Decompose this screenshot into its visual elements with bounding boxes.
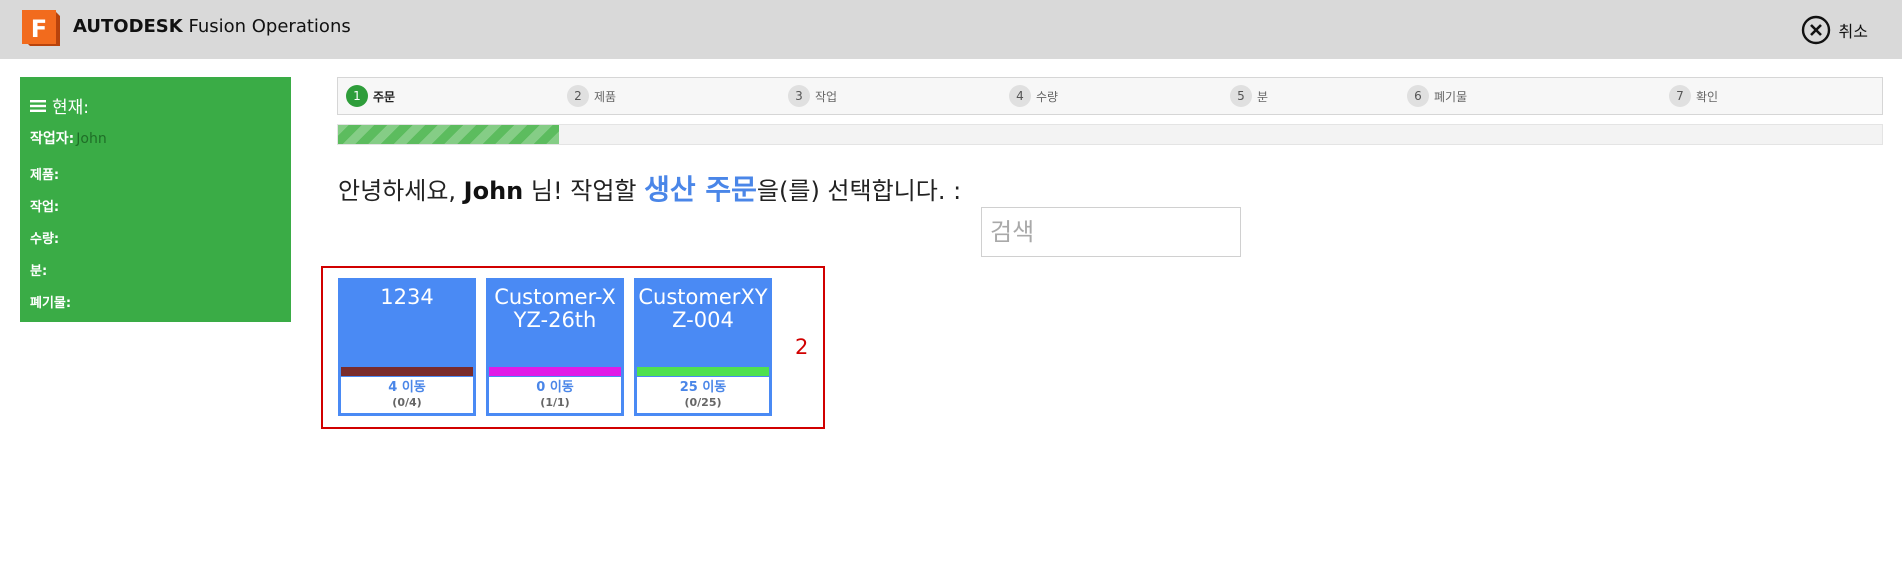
cancel-button[interactable]: 취소 — [1801, 15, 1868, 45]
order-cards-highlight: 1234 4 이동 (0/4) Customer-XYZ-26th 0 이동 (… — [321, 266, 825, 429]
order-progress-count: (0/4) — [392, 396, 422, 409]
order-title: 1234 — [380, 285, 434, 309]
order-title: CustomerXYZ-004 — [638, 285, 768, 332]
step-label: 확인 — [1696, 89, 1719, 104]
greeting-text: 안녕하세요, John 님! 작업할 생산 주문을(를) 선택합니다. : — [338, 168, 961, 208]
operator-row: 작업자: John — [30, 128, 281, 148]
step-label: 작업 — [815, 89, 838, 104]
order-move-count: 25 이동 — [679, 380, 727, 395]
panel-title-text: 현재: — [52, 98, 90, 118]
step-number: 7 — [1669, 85, 1691, 107]
step-label: 폐기물 — [1434, 89, 1468, 104]
progress-fill — [338, 125, 559, 144]
order-card[interactable]: Customer-XYZ-26th 0 이동 (1/1) — [486, 278, 624, 416]
order-progress-count: (1/1) — [540, 396, 570, 409]
step-number: 3 — [788, 85, 810, 107]
wizard-steps: 1 주문 2 제품 3 작업 4 수량 5 분 6 폐기물 7 확인 — [337, 77, 1883, 115]
order-move-count: 0 이동 — [536, 380, 574, 395]
operation-label: 작업: — [30, 200, 60, 215]
menu-icon — [30, 99, 46, 112]
order-title: Customer-XYZ-26th — [494, 285, 616, 332]
step-confirm[interactable]: 7 확인 — [1669, 85, 1718, 107]
greeting-middle: 님! 작업할 — [530, 177, 637, 205]
operator-label: 작업자: — [30, 131, 75, 147]
svg-text:F: F — [31, 15, 47, 43]
order-footer: 4 이동 (0/4) — [341, 377, 473, 413]
scrap-row: 폐기물: — [30, 292, 281, 311]
fusion-logo-icon: F — [22, 10, 60, 46]
order-move-count: 4 이동 — [388, 380, 426, 395]
operation-row: 작업: — [30, 196, 281, 215]
step-label: 주문 — [373, 89, 396, 104]
step-operation[interactable]: 3 작업 — [788, 85, 837, 107]
step-label: 제품 — [594, 89, 617, 104]
order-count-label: 2 — [795, 335, 809, 359]
step-label: 분 — [1257, 89, 1269, 104]
step-label: 수량 — [1036, 89, 1059, 104]
order-card[interactable]: CustomerXYZ-004 25 이동 (0/25) — [634, 278, 772, 416]
step-product[interactable]: 2 제품 — [567, 85, 616, 107]
close-circle-icon — [1801, 15, 1830, 45]
wizard-progress-bar — [337, 124, 1883, 145]
step-minutes[interactable]: 5 분 — [1230, 85, 1268, 107]
order-footer: 0 이동 (1/1) — [489, 377, 621, 413]
app-title: AUTODESK Fusion Operations — [73, 16, 351, 37]
top-bar: F AUTODESK Fusion Operations 취소 — [0, 0, 1902, 59]
step-number: 6 — [1407, 85, 1429, 107]
order-color-bar — [637, 367, 769, 376]
quantity-label: 수량: — [30, 232, 60, 247]
order-color-bar — [341, 367, 473, 376]
search-input[interactable] — [981, 207, 1241, 257]
current-status-panel: 현재: 작업자: John 제품: 작업: 수량: 분: 폐기물: — [20, 77, 291, 322]
brand-name: AUTODESK — [73, 16, 183, 37]
step-quantity[interactable]: 4 수량 — [1009, 85, 1058, 107]
minutes-row: 분: — [30, 260, 281, 279]
order-progress-count: (0/25) — [684, 396, 722, 409]
quantity-row: 수량: — [30, 228, 281, 247]
scrap-label: 폐기물: — [30, 296, 72, 311]
panel-title: 현재: — [30, 93, 281, 118]
order-card[interactable]: 1234 4 이동 (0/4) — [338, 278, 476, 416]
step-number: 2 — [567, 85, 589, 107]
step-scrap[interactable]: 6 폐기물 — [1407, 85, 1467, 107]
minutes-label: 분: — [30, 264, 48, 279]
product-label: 제품: — [30, 168, 60, 183]
step-number: 5 — [1230, 85, 1252, 107]
step-order[interactable]: 1 주문 — [346, 85, 395, 107]
greeting-user-name: John — [463, 177, 524, 205]
greeting-accent: 생산 주문 — [644, 173, 757, 206]
step-number: 4 — [1009, 85, 1031, 107]
step-number: 1 — [346, 85, 368, 107]
product-row: 제품: — [30, 164, 281, 183]
order-color-bar — [489, 367, 621, 376]
greeting-suffix: 을(를) 선택합니다. : — [756, 177, 962, 205]
order-footer: 25 이동 (0/25) — [637, 377, 769, 413]
operator-value: John — [76, 131, 107, 147]
product-name: Fusion Operations — [188, 16, 351, 37]
greeting-prefix: 안녕하세요, — [338, 177, 457, 205]
cancel-label: 취소 — [1838, 22, 1868, 41]
